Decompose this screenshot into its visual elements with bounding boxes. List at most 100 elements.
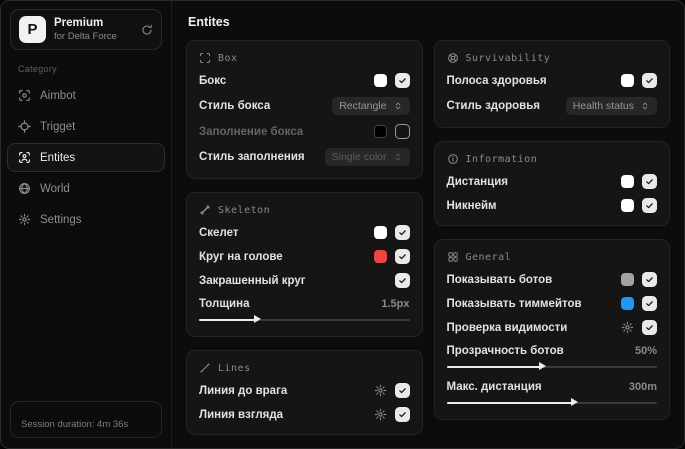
brand-card: P Premium for Delta Force — [10, 9, 162, 50]
checkbox[interactable] — [394, 73, 410, 88]
slider[interactable] — [199, 315, 410, 324]
setting-label: Макс. дистанция — [446, 381, 542, 393]
checkbox[interactable] — [394, 407, 410, 422]
setting-label: Линия взгляда — [199, 408, 284, 421]
check-icon — [646, 179, 653, 185]
color-swatch[interactable] — [373, 226, 387, 239]
slider[interactable] — [446, 398, 657, 407]
section-header: Lines — [199, 362, 410, 374]
setting-row: Линия до врага — [199, 383, 410, 398]
color-swatch[interactable] — [373, 250, 387, 263]
slider-value: 300m — [628, 381, 657, 393]
settings-icon — [18, 213, 31, 226]
grid-icon — [447, 252, 458, 262]
sidebar-item-entites[interactable]: Entites — [7, 143, 165, 172]
section-title: Lines — [218, 362, 251, 374]
sync-button[interactable] — [141, 24, 153, 36]
settings-gear-button[interactable] — [621, 321, 634, 334]
color-swatch[interactable] — [373, 74, 387, 87]
dropdown-value: Health status — [572, 100, 634, 112]
setting-row: Никнейм — [446, 198, 657, 213]
check-icon — [398, 278, 406, 284]
setting-label: Показывать тиммейтов — [446, 297, 582, 310]
setting-label: Круг на голове — [199, 250, 283, 263]
checkbox[interactable] — [394, 273, 410, 288]
settings-gear-button[interactable] — [374, 408, 387, 421]
checkbox[interactable] — [642, 320, 657, 335]
checkbox[interactable] — [394, 249, 410, 264]
setting-controls: Health status — [565, 97, 657, 115]
section-title: Box — [218, 52, 238, 64]
checkbox[interactable] — [642, 174, 657, 189]
checkbox[interactable] — [642, 272, 657, 287]
dropdown[interactable]: Health status — [565, 97, 657, 115]
setting-label: Никнейм — [446, 199, 497, 212]
gear-icon — [374, 384, 386, 397]
checkbox[interactable] — [642, 198, 657, 213]
sidebar-item-world[interactable]: World — [7, 174, 165, 203]
sidebar-item-label: Settings — [40, 213, 82, 226]
setting-label: Показывать ботов — [446, 273, 553, 286]
setting-label: Стиль бокса — [199, 100, 271, 112]
dropdown[interactable]: Single color — [324, 148, 410, 166]
sidebar-item-settings[interactable]: Settings — [7, 205, 165, 234]
color-swatch[interactable] — [621, 199, 634, 212]
setting-controls — [621, 272, 657, 287]
setting-label: Прозрачность ботов — [446, 345, 564, 357]
app-logo: P — [19, 16, 46, 43]
setting-label: Стиль заполнения — [199, 151, 305, 163]
slider-thumb[interactable] — [570, 398, 578, 406]
sidebar-item-label: Trigget — [40, 120, 76, 133]
section-header: Box — [199, 52, 410, 64]
color-swatch[interactable] — [621, 74, 634, 87]
slider-header: Макс. дистанция 300m — [447, 381, 658, 393]
checkbox[interactable] — [642, 73, 657, 88]
setting-controls — [621, 320, 657, 335]
setting-row: Круг на голове — [199, 249, 410, 264]
sidebar-item-trigget[interactable]: Trigget — [7, 112, 165, 141]
setting-row: Показывать тиммейтов — [446, 296, 657, 311]
setting-controls — [374, 407, 410, 422]
setting-controls — [621, 198, 657, 213]
setting-label: Дистанция — [446, 175, 508, 188]
setting-row: Стиль заполнения Single color — [199, 148, 410, 166]
setting-row: Стиль здоровья Health status — [447, 97, 657, 115]
gear-icon — [374, 408, 386, 421]
checkbox[interactable] — [642, 296, 657, 311]
setting-row: Показывать ботов — [446, 272, 657, 287]
color-swatch[interactable] — [621, 297, 634, 310]
setting-row: Полоса здоровья — [446, 73, 657, 88]
slider-thumb[interactable] — [539, 362, 547, 370]
check-icon — [398, 230, 406, 236]
setting-controls: Single color — [324, 148, 410, 166]
color-swatch[interactable] — [621, 273, 634, 286]
gear-icon — [621, 321, 634, 334]
slider-fill — [199, 318, 256, 321]
settings-gear-button[interactable] — [374, 384, 387, 397]
card-columns: Box Бокс Стиль бокса Rectangle Заполнение бо… — [186, 40, 670, 435]
sidebar-item-aimbot[interactable]: Aimbot — [7, 81, 165, 110]
slider-value: 1.5px — [381, 298, 410, 310]
chevrons-icon — [642, 102, 648, 110]
dropdown-value: Rectangle — [339, 100, 387, 112]
checkbox[interactable] — [394, 383, 410, 398]
check-icon — [646, 203, 653, 209]
section-title: Information — [465, 153, 538, 165]
brand-title: Premium — [54, 17, 104, 30]
app-window: P Premium for Delta Force Category Aimbo… — [0, 0, 685, 449]
slider-thumb[interactable] — [253, 315, 261, 323]
checkbox[interactable] — [394, 124, 410, 139]
checkbox[interactable] — [394, 225, 410, 240]
aimbot-icon — [19, 90, 30, 101]
setting-label: Полоса здоровья — [446, 74, 547, 87]
dropdown[interactable]: Rectangle — [332, 97, 410, 115]
color-swatch[interactable] — [373, 125, 387, 138]
session-duration-label: Session duration: 4m 36s — [21, 419, 129, 430]
setting-row: Проверка видимости — [447, 320, 657, 335]
survivability-icon — [447, 53, 458, 63]
setting-controls — [373, 124, 410, 139]
sidebar-item-label: Aimbot — [40, 89, 76, 102]
color-swatch[interactable] — [621, 175, 634, 188]
section-card-information: Information Дистанция Никнейм — [433, 141, 670, 226]
slider[interactable] — [446, 362, 657, 371]
